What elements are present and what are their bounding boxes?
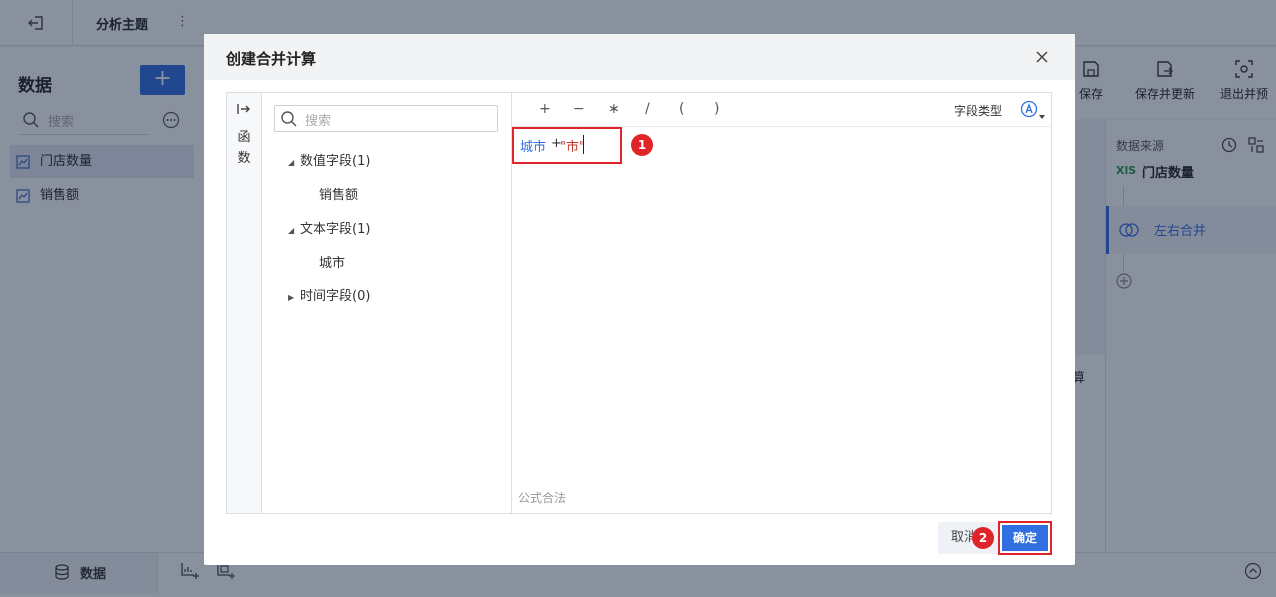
tree-group-label: 时间字段(0) (300, 289, 371, 304)
collapse-triangle-icon: ◢ (288, 226, 295, 235)
divide-operator-button[interactable]: / (645, 101, 650, 117)
expand-triangle-icon: ▶ (288, 293, 295, 302)
plus-operator-button[interactable]: + (539, 101, 551, 117)
search-icon (281, 111, 297, 127)
field-item-sales[interactable]: 销售额 (319, 184, 358, 203)
dialog-header: 创建合并计算 (204, 34, 1075, 80)
tree-group-text[interactable]: ◢ 文本字段(1) (288, 218, 370, 237)
text-caret (583, 135, 584, 154)
formula-valid-hint: 公式合法 (518, 491, 567, 505)
operator-bar: + − ∗ / ( ) 字段类型 (512, 93, 1052, 127)
minus-operator-button[interactable]: − (573, 101, 585, 117)
formula-editor: + − ∗ / ( ) 字段类型 城市 + "市" 1 公式合法 (512, 93, 1052, 513)
field-type-dropdown-icon[interactable] (1020, 100, 1046, 120)
annotation-badge-1: 1 (631, 134, 653, 156)
formula-input[interactable]: 城市 + "市" (512, 127, 622, 164)
create-merge-calc-dialog: 创建合并计算 函数 搜索 ◢ 数值字段(1) 销售额 ◢ 文本字段(1) 城市 … (204, 34, 1075, 565)
multiply-operator-button[interactable]: ∗ (608, 101, 620, 117)
formula-editor-frame: 函数 搜索 ◢ 数值字段(1) 销售额 ◢ 文本字段(1) 城市 ▶ 时间字段(0) (226, 92, 1052, 514)
field-tree: 搜索 ◢ 数值字段(1) 销售额 ◢ 文本字段(1) 城市 ▶ 时间字段(0) (262, 93, 512, 513)
close-paren-button[interactable]: ) (714, 101, 719, 117)
field-search-input[interactable]: 搜索 (274, 105, 498, 132)
tree-group-numeric[interactable]: ◢ 数值字段(1) (288, 150, 370, 169)
formula-string-token: "市" (560, 140, 585, 155)
field-item-city[interactable]: 城市 (319, 252, 345, 271)
annotation-badge-2: 2 (972, 527, 994, 549)
search-placeholder: 搜索 (305, 114, 332, 129)
dialog-title: 创建合并计算 (226, 50, 317, 68)
tree-group-label: 文本字段(1) (300, 222, 371, 237)
tree-group-time[interactable]: ▶ 时间字段(0) (288, 285, 370, 304)
formula-field-token: 城市 (520, 140, 547, 155)
field-type-label: 字段类型 (954, 104, 1003, 118)
function-tab-label: 函数 (237, 130, 251, 166)
confirm-label: 确定 (1002, 525, 1048, 551)
tree-group-label: 数值字段(1) (300, 154, 371, 169)
function-panel-toggle[interactable]: 函数 (227, 93, 262, 513)
collapse-triangle-icon: ◢ (288, 158, 295, 167)
expand-arrow-icon (237, 104, 250, 114)
confirm-button[interactable]: 确定 (998, 521, 1052, 555)
open-paren-button[interactable]: ( (679, 101, 684, 117)
close-icon[interactable] (1033, 48, 1051, 66)
